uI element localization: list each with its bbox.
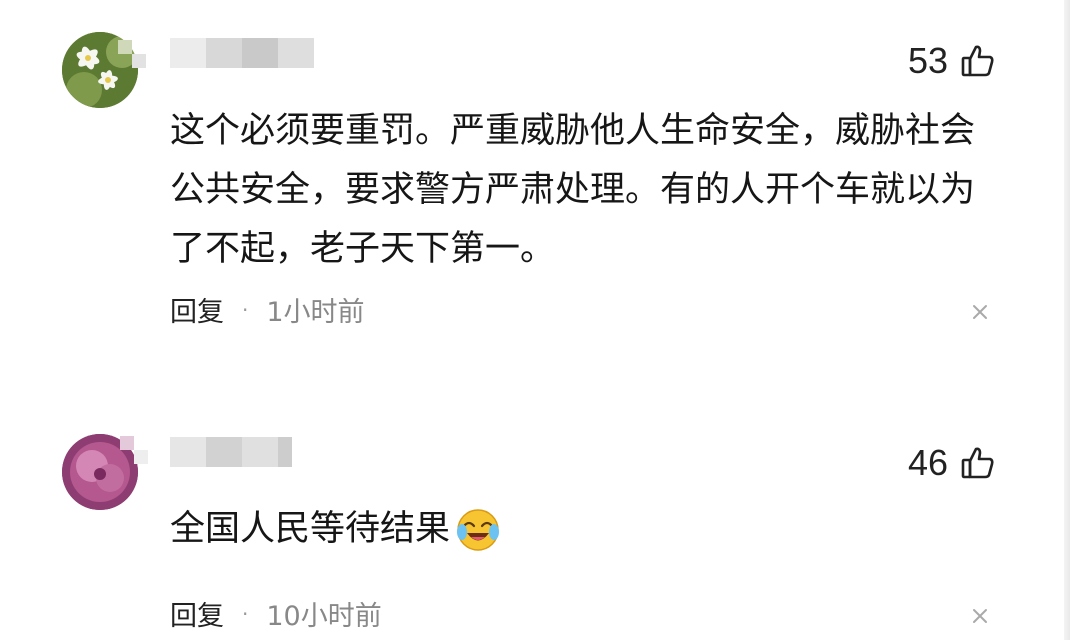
- like-count: 46: [907, 442, 948, 483]
- like-count: 53: [907, 40, 948, 81]
- avatar-pixel-mask: [120, 436, 134, 450]
- comment-text-row: 全国人民等待结果: [170, 500, 1000, 559]
- comment-meta: 回复 · 1小时前: [170, 290, 365, 329]
- meta-separator: ·: [242, 297, 249, 322]
- redaction-block: [242, 38, 278, 68]
- like-control[interactable]: 53: [908, 40, 996, 82]
- redaction-block: [242, 437, 278, 467]
- reply-button[interactable]: 回复: [170, 594, 224, 633]
- close-icon[interactable]: [970, 606, 990, 626]
- thumbs-up-icon[interactable]: [960, 445, 996, 481]
- thumbs-up-icon[interactable]: [960, 43, 996, 79]
- redaction-block: [170, 437, 206, 467]
- comment-meta: 回复 · 10小时前: [170, 594, 382, 633]
- scrollbar[interactable]: [1064, 0, 1070, 640]
- username-redacted[interactable]: [170, 38, 314, 68]
- comment-timestamp: 1小时前: [266, 297, 365, 328]
- comment-item: 46 全国人民等待结果 回复 · 10小时前: [0, 400, 1064, 640]
- comment-list: 53 这个必须要重罚。严重威胁他人生命安全，威胁社会公共安全，要求警方严肃处理。…: [0, 0, 1070, 640]
- redaction-block: [206, 437, 242, 467]
- redaction-block: [278, 437, 292, 467]
- reply-button[interactable]: 回复: [170, 290, 224, 329]
- meta-separator: ·: [242, 601, 249, 626]
- redaction-block: [170, 38, 206, 68]
- comment-timestamp: 10小时前: [266, 601, 382, 632]
- avatar-pixel-mask: [132, 54, 146, 68]
- avatar-pixel-mask: [134, 450, 148, 464]
- avatar-pixel-mask: [118, 40, 132, 54]
- comment-item: 53 这个必须要重罚。严重威胁他人生命安全，威胁社会公共安全，要求警方严肃处理。…: [0, 0, 1064, 350]
- username-redacted[interactable]: [170, 437, 292, 467]
- close-icon[interactable]: [970, 302, 990, 322]
- like-control[interactable]: 46: [908, 442, 996, 484]
- redaction-block: [206, 38, 242, 68]
- crying-laughing-emoji-icon: [454, 506, 502, 554]
- comment-text: 全国人民等待结果: [170, 509, 451, 549]
- comment-text: 这个必须要重罚。严重威胁他人生命安全，威胁社会公共安全，要求警方严肃处理。有的人…: [170, 111, 976, 269]
- redaction-block: [278, 38, 314, 68]
